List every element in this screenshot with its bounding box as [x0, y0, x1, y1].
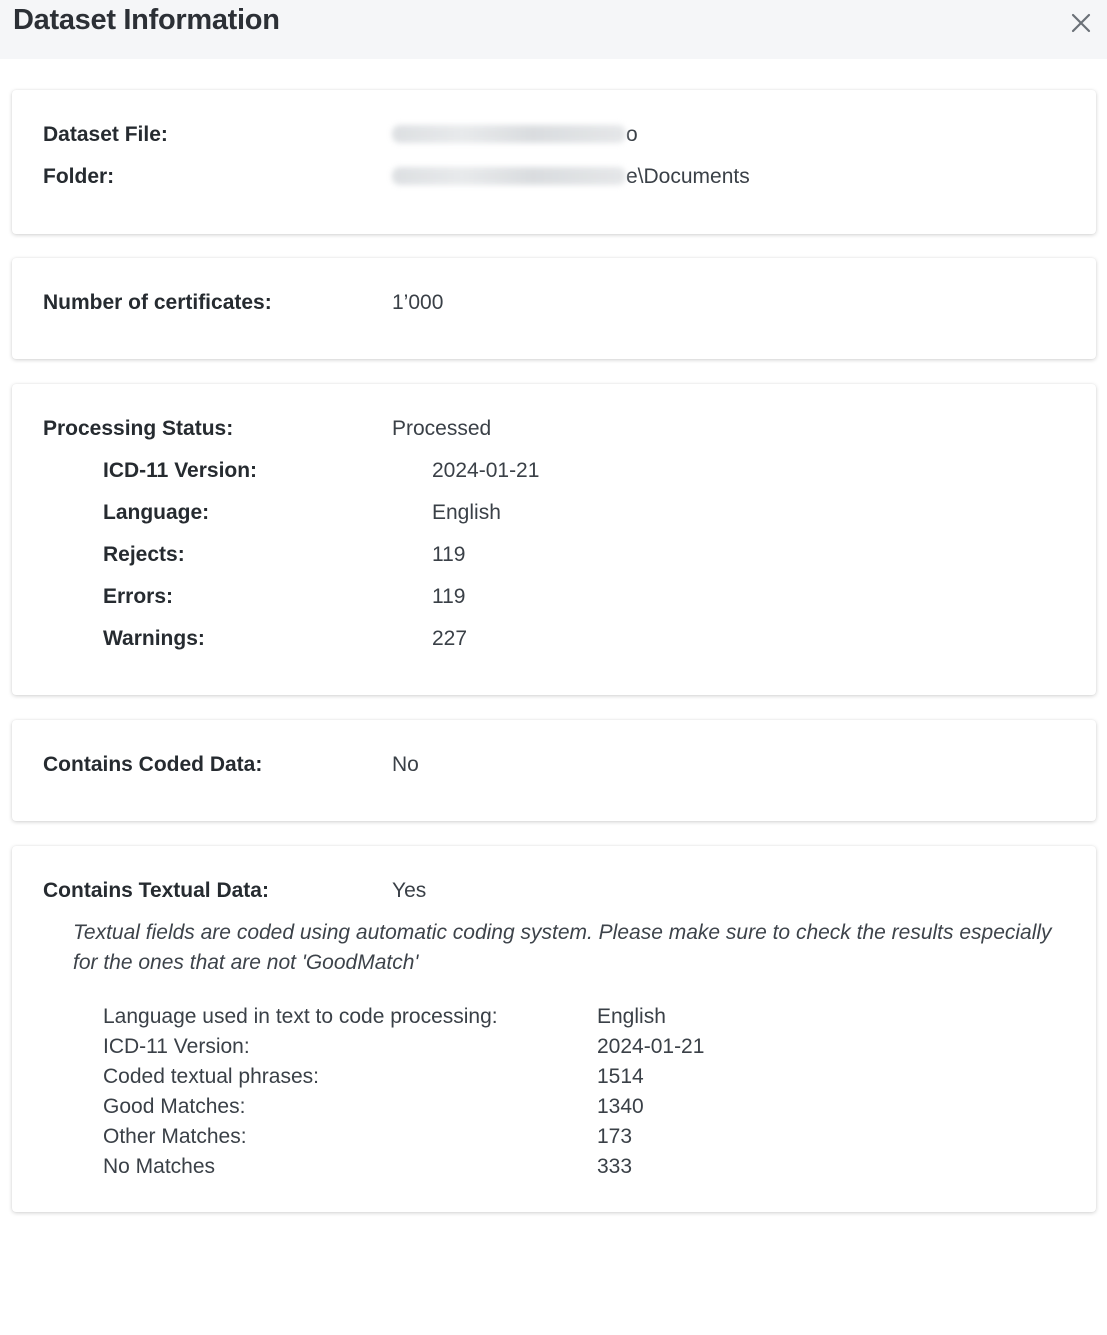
other-matches-value: 173 — [597, 1125, 633, 1148]
coded-phrases-label: Coded textual phrases: — [103, 1065, 319, 1088]
textual-data-label: Contains Textual Data: — [43, 879, 269, 902]
certificates-label: Number of certificates: — [43, 291, 272, 314]
redacted-filename — [392, 125, 626, 143]
rejects-value: 119 — [432, 543, 466, 566]
processing-card: Processing Status: Processed ICD-11 Vers… — [12, 384, 1096, 695]
good-matches-label: Good Matches: — [103, 1095, 246, 1118]
dialog-header: Dataset Information — [0, 0, 1107, 59]
other-matches-label: Other Matches: — [103, 1125, 247, 1148]
coded-data-label: Contains Coded Data: — [43, 753, 263, 776]
close-icon[interactable] — [1069, 11, 1093, 35]
warnings-label: Warnings: — [103, 627, 205, 650]
dialog-title: Dataset Information — [13, 4, 280, 36]
redacted-folder-path — [392, 167, 626, 185]
coded-phrases-value: 1514 — [597, 1065, 644, 1088]
icd-version-label: ICD-11 Version: — [103, 459, 258, 482]
errors-value: 119 — [432, 585, 466, 608]
text-icd-version-label: ICD-11 Version: — [103, 1035, 250, 1058]
text-icd-version-value: 2024-01-21 — [597, 1035, 705, 1058]
processing-status-value: Processed — [392, 417, 492, 440]
coded-data-card: Contains Coded Data: No — [12, 720, 1096, 821]
textual-data-card: Contains Textual Data: Yes Textual field… — [12, 846, 1096, 1212]
icd-version-value: 2024-01-21 — [432, 459, 540, 482]
folder-value: e\Documents — [392, 164, 750, 190]
textual-coding-note: Textual fields are coded using automatic… — [73, 921, 1052, 974]
coded-data-value: No — [392, 753, 419, 776]
certificates-card: Number of certificates: 1’000 — [12, 258, 1096, 359]
good-matches-value: 1340 — [597, 1095, 644, 1118]
warnings-value: 227 — [432, 627, 468, 650]
text-language-label: Language used in text to code processing… — [103, 1005, 498, 1028]
language-label: Language: — [103, 501, 210, 524]
no-matches-label: No Matches — [103, 1155, 216, 1178]
dataset-file-value: o — [392, 122, 638, 148]
no-matches-value: 333 — [597, 1155, 633, 1178]
rejects-label: Rejects: — [103, 543, 185, 566]
certificates-value: 1’000 — [392, 291, 444, 314]
file-info-card: Dataset File: o Folder: e\Documents — [12, 90, 1096, 234]
language-value: English — [432, 501, 501, 524]
folder-label: Folder: — [43, 165, 115, 188]
processing-status-label: Processing Status: — [43, 417, 234, 440]
dataset-file-label: Dataset File: — [43, 123, 168, 146]
textual-data-value: Yes — [392, 879, 427, 902]
errors-label: Errors: — [103, 585, 174, 608]
text-language-value: English — [597, 1005, 666, 1028]
